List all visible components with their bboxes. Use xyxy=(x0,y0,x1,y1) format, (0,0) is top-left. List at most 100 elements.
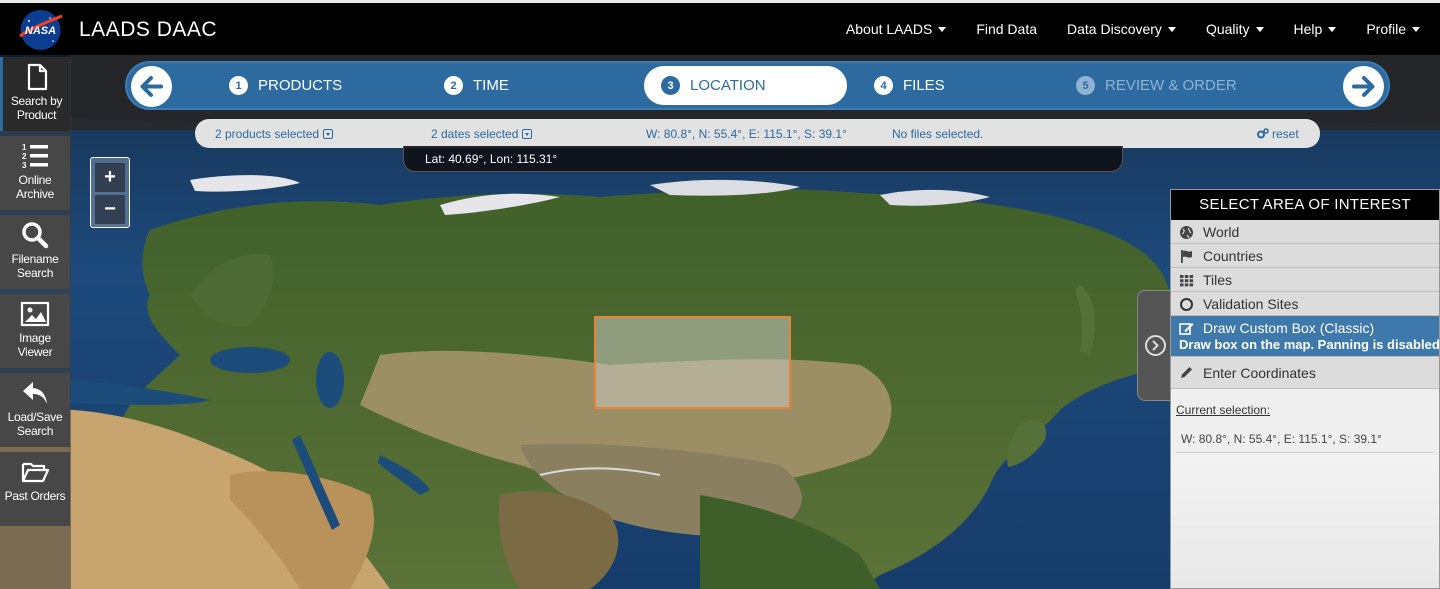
dropdown-caret-icon xyxy=(522,129,533,139)
top-header: NASA LAADS DAAC About LAADS Find Data Da… xyxy=(0,0,1440,55)
dropdown-caret-icon xyxy=(323,129,334,139)
selected-area-box[interactable] xyxy=(594,316,791,409)
step-time[interactable]: 2 TIME xyxy=(444,63,509,108)
search-by-product-button[interactable]: Search by Product xyxy=(0,57,70,131)
wizard-steps: 1 PRODUCTS 2 TIME 3 LOCATION 4 FILES 5 R… xyxy=(125,61,1390,110)
tool-label: Load/Save Search xyxy=(7,410,63,438)
aoi-option-label: Tiles xyxy=(1203,272,1233,288)
step-label: TIME xyxy=(473,77,509,94)
image-viewer-button[interactable]: Image Viewer xyxy=(0,294,70,368)
reset-button[interactable]: reset xyxy=(1257,127,1299,141)
cogs-icon xyxy=(1257,128,1269,139)
nav-about-laads[interactable]: About LAADS xyxy=(846,21,947,37)
coordinate-readout: Lat: 40.69°, Lon: 115.31° xyxy=(403,146,1123,172)
step-files[interactable]: 4 FILES xyxy=(874,63,945,108)
step-label: LOCATION xyxy=(690,77,766,94)
aoi-option-validation-sites[interactable]: Validation Sites xyxy=(1171,292,1439,316)
caret-down-icon xyxy=(1328,27,1337,32)
folder-open-icon xyxy=(21,462,50,483)
nav-help[interactable]: Help xyxy=(1294,21,1337,37)
aoi-option-tiles[interactable]: Tiles xyxy=(1171,268,1439,292)
image-icon xyxy=(20,301,50,327)
aoi-option-label: Enter Coordinates xyxy=(1203,365,1316,381)
aoi-option-label: Countries xyxy=(1203,248,1263,264)
grid-icon xyxy=(1180,275,1194,287)
collapse-panel-tab[interactable] xyxy=(1137,290,1171,401)
tool-label: Online Archive xyxy=(16,173,54,201)
aoi-option-label: Draw Custom Box (Classic) xyxy=(1203,320,1375,336)
nasa-logo-icon[interactable]: NASA xyxy=(17,8,64,52)
edit-icon xyxy=(1179,323,1194,335)
aoi-option-draw-custom-box[interactable]: Draw Custom Box (Classic) Draw box on th… xyxy=(1171,316,1440,357)
step-label: REVIEW & ORDER xyxy=(1105,77,1237,94)
file-icon xyxy=(27,63,47,91)
arrow-left-icon xyxy=(140,76,163,97)
current-selection-label: Current selection: xyxy=(1176,403,1271,417)
left-toolbar: Search by Product 1 2 3 Online Archive Fil… xyxy=(0,57,71,589)
selection-summary-bar: 2 products selected 2 dates selected W: … xyxy=(195,119,1320,148)
circle-icon xyxy=(1180,298,1193,311)
zoom-out-button[interactable]: − xyxy=(95,195,125,224)
tool-label: Past Orders xyxy=(4,489,66,503)
aoi-option-label: World xyxy=(1203,224,1240,240)
aoi-option-countries[interactable]: Countries xyxy=(1171,244,1439,268)
caret-down-icon xyxy=(1167,27,1176,32)
step-number: 5 xyxy=(1076,76,1095,95)
zoom-in-button[interactable]: + xyxy=(95,163,125,192)
filename-search-button[interactable]: Filename Search xyxy=(0,215,70,289)
aoi-option-label: Validation Sites xyxy=(1203,296,1299,312)
svg-text:1: 1 xyxy=(22,143,27,152)
svg-text:2: 2 xyxy=(22,152,27,161)
dates-selected-dropdown[interactable]: 2 dates selected xyxy=(431,127,533,141)
aoi-option-enter-coordinates[interactable]: Enter Coordinates xyxy=(1171,357,1439,389)
next-step-button[interactable] xyxy=(1343,66,1384,107)
nav-find-data[interactable]: Find Data xyxy=(976,21,1037,37)
divider xyxy=(1176,452,1434,453)
step-label: PRODUCTS xyxy=(258,77,343,94)
flag-icon xyxy=(1181,250,1192,263)
caret-down-icon xyxy=(1412,27,1420,32)
previous-step-button[interactable] xyxy=(131,66,172,107)
tool-label: Filename Search xyxy=(11,252,59,280)
step-location[interactable]: 3 LOCATION xyxy=(644,66,847,105)
pencil-icon xyxy=(1181,367,1192,378)
step-number: 1 xyxy=(229,76,248,95)
products-selected-dropdown[interactable]: 2 products selected xyxy=(215,127,334,141)
nav-data-discovery[interactable]: Data Discovery xyxy=(1067,21,1176,37)
step-number: 3 xyxy=(661,76,680,95)
tool-label: Image Viewer xyxy=(17,331,53,359)
area-of-interest-panel: SELECT AREA OF INTEREST World Countries … xyxy=(1170,189,1440,589)
panel-title: SELECT AREA OF INTEREST xyxy=(1171,190,1439,220)
zoom-control: + − xyxy=(90,157,130,228)
svg-text:3: 3 xyxy=(22,161,27,170)
step-label: FILES xyxy=(903,77,945,94)
aoi-option-world[interactable]: World xyxy=(1171,220,1439,244)
step-review-order: 5 REVIEW & ORDER xyxy=(1076,63,1237,108)
latlon-text: Lat: 40.69°, Lon: 115.31° xyxy=(425,152,558,166)
globe-icon xyxy=(1180,226,1193,239)
nasa-logo-text: NASA xyxy=(25,25,56,37)
caret-down-icon xyxy=(1255,27,1264,32)
search-icon xyxy=(22,222,49,249)
tool-label: Search by Product xyxy=(10,94,63,122)
draw-box-hint: Draw box on the map. Panning is disabled… xyxy=(1179,337,1440,352)
files-summary: No files selected. xyxy=(892,127,984,141)
step-products[interactable]: 1 PRODUCTS xyxy=(229,63,342,108)
top-navigation: About LAADS Find Data Data Discovery Qua… xyxy=(816,3,1420,55)
list-ol-icon: 1 2 3 xyxy=(22,143,48,170)
step-number: 4 xyxy=(874,76,893,95)
chevron-right-icon xyxy=(1145,335,1166,356)
location-summary: W: 80.8°, N: 55.4°, E: 115.1°, S: 39.1° xyxy=(646,127,847,141)
nav-quality[interactable]: Quality xyxy=(1206,21,1264,37)
step-number: 2 xyxy=(444,76,463,95)
past-orders-button[interactable]: Past Orders xyxy=(0,452,70,526)
app-title[interactable]: LAADS DAAC xyxy=(79,18,217,42)
arrow-right-icon xyxy=(1352,76,1375,97)
nav-profile[interactable]: Profile xyxy=(1366,21,1420,37)
online-archive-button[interactable]: 1 2 3 Online Archive xyxy=(0,136,70,210)
current-selection-value: W: 80.8°, N: 55.4°, E: 115.1°, S: 39.1° xyxy=(1181,432,1382,446)
caret-down-icon xyxy=(938,27,947,32)
reply-icon xyxy=(23,382,47,404)
panel-body xyxy=(1171,455,1439,588)
load-save-search-button[interactable]: Load/Save Search xyxy=(0,373,70,447)
